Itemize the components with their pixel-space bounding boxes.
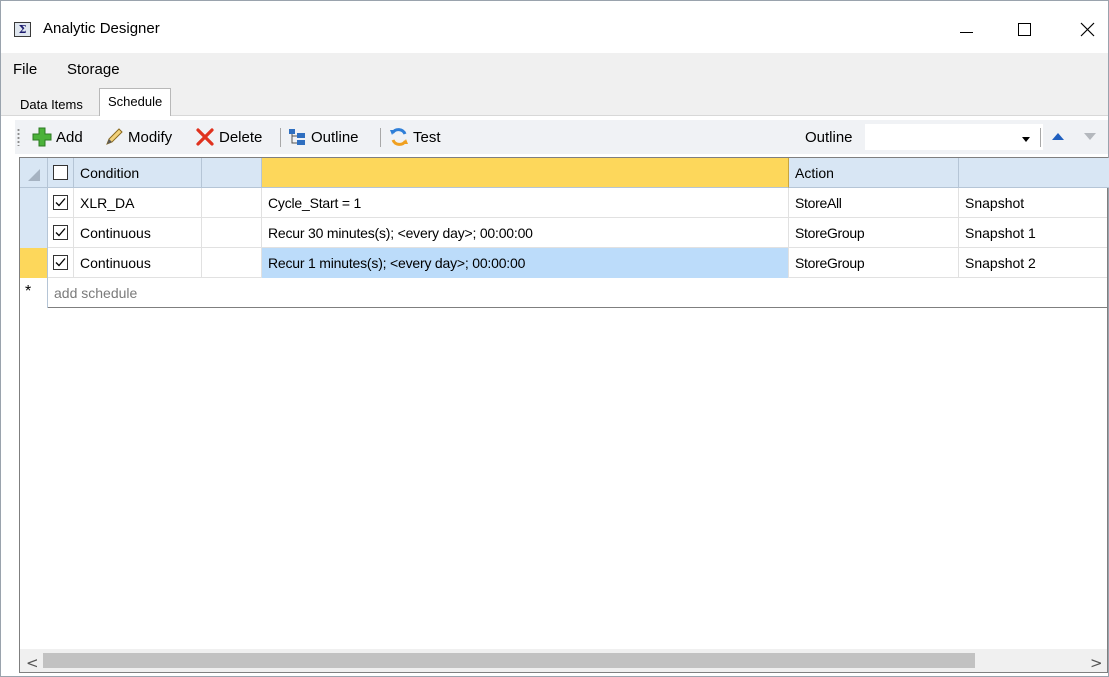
test-button[interactable]: Test [389, 126, 441, 148]
plus-icon [32, 127, 52, 147]
add-schedule-placeholder[interactable]: add schedule [54, 285, 137, 301]
app-window: Σ Analytic Designer File Storage Data It… [0, 0, 1109, 677]
new-row[interactable]: * add schedule [20, 278, 1107, 308]
delete-button[interactable]: Delete [195, 126, 262, 148]
table-row[interactable]: Continuous Recur 1 minutes(s); <every da… [20, 248, 1107, 278]
column-header-name[interactable] [959, 158, 1109, 188]
action-cell[interactable]: StoreGroup [789, 248, 959, 278]
add-button[interactable]: Add [32, 126, 83, 148]
toolbar-separator [1040, 128, 1041, 147]
maximize-button[interactable] [1001, 9, 1047, 49]
row-checkbox[interactable] [53, 255, 68, 270]
row-checkbox[interactable] [53, 225, 68, 240]
row-header[interactable] [20, 218, 48, 248]
dropdown-arrow-icon[interactable] [1022, 137, 1030, 142]
add-button-label: Add [56, 128, 83, 146]
close-button[interactable] [1064, 9, 1109, 49]
toolbar-separator [280, 128, 281, 147]
minimize-icon [959, 31, 973, 33]
condition-cell[interactable]: XLR_DA [74, 188, 202, 218]
test-button-label: Test [413, 128, 441, 146]
toolbar: Add Modify Delete Outline Test Outline [15, 120, 1108, 154]
name-cell[interactable]: Snapshot [959, 188, 1107, 218]
scroll-left-icon[interactable]: < [26, 654, 39, 672]
outline-button-label: Outline [311, 128, 359, 146]
scroll-right-icon[interactable]: > [1090, 654, 1103, 672]
column-header-blank[interactable] [202, 158, 262, 188]
refresh-icon [390, 128, 408, 146]
schedule-cell-selected[interactable]: Recur 1 minutes(s); <every day>; 00:00:0… [262, 248, 789, 278]
outline-tree-icon [289, 129, 305, 145]
row-checkbox-cell [48, 248, 74, 278]
grid-corner-header[interactable] [20, 158, 48, 188]
delete-button-label: Delete [219, 128, 263, 146]
toolbar-separator [380, 128, 381, 147]
menu-file[interactable]: File [13, 61, 37, 78]
move-up-icon[interactable] [1052, 133, 1064, 140]
row-header[interactable] [20, 188, 48, 218]
name-cell[interactable]: Snapshot 2 [959, 248, 1107, 278]
menu-storage[interactable]: Storage [67, 61, 120, 78]
title-bar[interactable]: Σ Analytic Designer [1, 1, 1108, 53]
close-icon [1080, 22, 1094, 36]
action-cell[interactable]: StoreAll [789, 188, 959, 218]
row-checkbox-cell [48, 188, 74, 218]
window-title: Analytic Designer [43, 20, 160, 37]
table-row[interactable]: Continuous Recur 30 minutes(s); <every d… [20, 218, 1107, 248]
outline-dropdown[interactable] [865, 124, 1043, 150]
app-sigma-icon: Σ [14, 22, 31, 37]
delete-x-icon [196, 128, 214, 146]
checkmark-icon [55, 258, 66, 267]
row-header-current[interactable] [20, 248, 48, 278]
blank-cell[interactable] [202, 248, 262, 278]
modify-button-label: Modify [128, 128, 173, 146]
tab-strip: Data Items Schedule [1, 86, 1108, 116]
action-cell[interactable]: StoreGroup [789, 218, 959, 248]
column-header-condition[interactable]: Condition [74, 158, 202, 188]
new-row-header[interactable]: * [20, 278, 48, 308]
menu-bar: File Storage [1, 53, 1108, 86]
outline-button[interactable]: Outline [287, 126, 359, 148]
header-checkbox-cell [48, 158, 74, 188]
header-checkbox[interactable] [53, 165, 68, 180]
blank-cell[interactable] [202, 218, 262, 248]
schedule-cell[interactable]: Cycle_Start = 1 [262, 188, 789, 218]
condition-cell[interactable]: Continuous [74, 218, 202, 248]
minimize-button[interactable] [943, 9, 989, 49]
schedule-cell[interactable]: Recur 30 minutes(s); <every day>; 00:00:… [262, 218, 789, 248]
new-row-star-icon: * [25, 283, 32, 300]
schedule-grid: Condition Action XLR_DA Cycle_Start = 1 … [19, 157, 1109, 673]
maximize-icon [1017, 22, 1031, 36]
table-row[interactable]: XLR_DA Cycle_Start = 1 StoreAll Snapshot [20, 188, 1107, 218]
select-all-icon [28, 169, 40, 181]
row-checkbox[interactable] [53, 195, 68, 210]
row-checkbox-cell [48, 218, 74, 248]
horizontal-scrollbar[interactable]: < > [20, 649, 1107, 672]
name-cell[interactable]: Snapshot 1 [959, 218, 1107, 248]
modify-button[interactable]: Modify [104, 126, 172, 148]
move-down-icon[interactable] [1084, 133, 1096, 140]
condition-cell[interactable]: Continuous [74, 248, 202, 278]
tab-schedule[interactable]: Schedule [99, 88, 172, 116]
checkmark-icon [55, 198, 66, 207]
toolbar-grip[interactable] [17, 128, 20, 146]
checkmark-icon [55, 228, 66, 237]
scrollbar-thumb[interactable] [43, 653, 975, 668]
pencil-icon [106, 128, 123, 145]
column-header-schedule[interactable] [262, 158, 789, 188]
blank-cell[interactable] [202, 188, 262, 218]
column-header-action[interactable]: Action [789, 158, 959, 188]
outline-label: Outline [805, 129, 853, 146]
tab-data-items[interactable]: Data Items [14, 93, 89, 117]
